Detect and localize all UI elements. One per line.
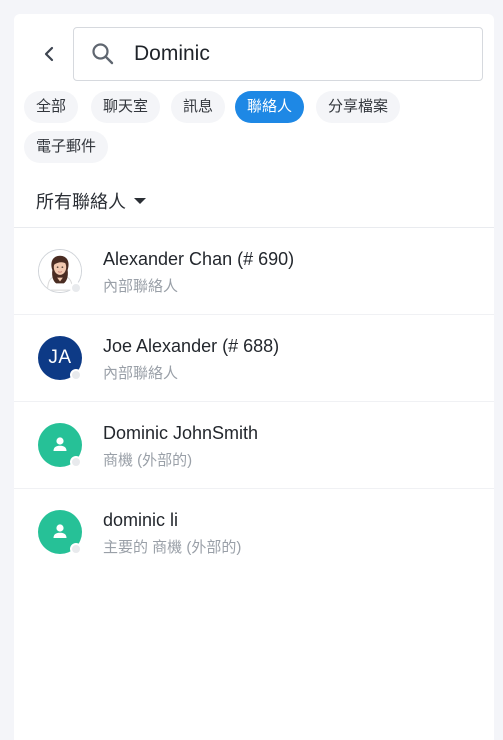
search-box[interactable]	[73, 27, 483, 81]
chevron-left-icon	[44, 46, 54, 62]
contacts-filter-dropdown[interactable]: 所有聯絡人	[36, 188, 146, 214]
contact-type: 內部聯絡人	[103, 278, 179, 295]
contact-type: 商機 (外部的)	[103, 452, 193, 469]
contact-row[interactable]: Alexander Chan (# 690) 內部聯絡人	[14, 228, 494, 315]
section-label: 所有聯絡人	[36, 192, 126, 212]
presence-status-icon	[70, 282, 82, 294]
presence-status-icon	[70, 543, 82, 555]
search-icon	[92, 43, 114, 65]
filter-chip-contacts[interactable]: 聯絡人	[235, 91, 305, 123]
person-icon	[53, 437, 67, 451]
filter-chip-chatrooms[interactable]: 聊天室	[91, 91, 161, 123]
contact-name: Alexander Chan (# 690)	[103, 249, 295, 269]
caret-down-icon	[134, 198, 146, 204]
contact-row[interactable]: Dominic JohnSmith 商機 (外部的)	[14, 402, 494, 489]
filter-chip-email[interactable]: 電子郵件	[24, 131, 109, 163]
contact-name: Joe Alexander (# 688)	[103, 336, 280, 356]
presence-status-icon	[70, 456, 82, 468]
presence-status-icon	[70, 369, 82, 381]
contact-name: Dominic JohnSmith	[103, 423, 259, 443]
avatar-initials: JA	[48, 347, 72, 368]
search-row	[14, 27, 494, 81]
contact-type: 內部聯絡人	[103, 365, 179, 382]
search-input[interactable]	[134, 38, 464, 70]
filter-chip-shared-files[interactable]: 分享檔案	[316, 91, 401, 123]
contact-type: 主要的 商機 (外部的)	[103, 539, 242, 556]
back-button[interactable]	[36, 41, 62, 67]
contact-row[interactable]: JA Joe Alexander (# 688) 內部聯絡人	[14, 315, 494, 402]
search-panel: 全部 聊天室 訊息 聯絡人 分享檔案 電子郵件 所有聯絡人	[14, 14, 494, 740]
contact-name: dominic li	[103, 510, 179, 530]
contact-list: Alexander Chan (# 690) 內部聯絡人 JA Joe Alex…	[14, 228, 494, 576]
contact-row[interactable]: dominic li 主要的 商機 (外部的)	[14, 489, 494, 576]
filter-chip-messages[interactable]: 訊息	[171, 91, 226, 123]
filter-chip-all[interactable]: 全部	[24, 91, 79, 123]
person-icon	[53, 524, 67, 538]
